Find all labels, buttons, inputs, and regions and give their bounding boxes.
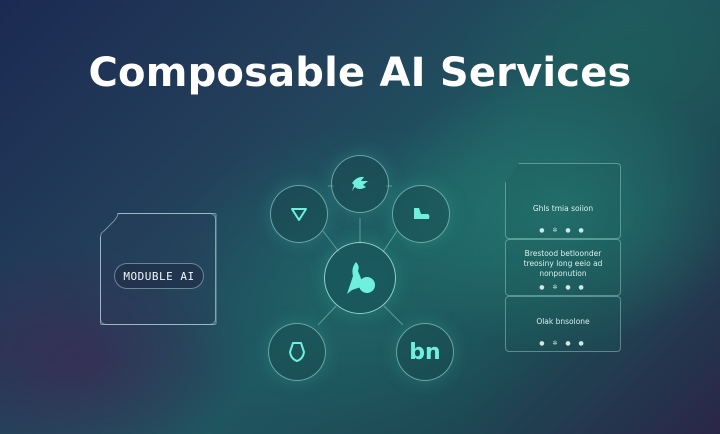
letters-bn-icon: bn (409, 339, 441, 365)
node-bottom-left[interactable] (268, 323, 326, 381)
figure-shapes-icon (347, 262, 375, 294)
node-center[interactable] (324, 242, 396, 314)
boot-icon (414, 208, 430, 219)
funnel-icon (291, 208, 307, 221)
service-panel-1-dots: ● ✲ ● ● (539, 227, 587, 234)
service-panel-3-dots: ● ✲ ● ● (539, 340, 587, 347)
service-panel-3[interactable]: Olak bnsolone ● ✲ ● ● (505, 296, 621, 352)
service-panel-2[interactable]: Brestood betloonder treosiny long eeio a… (505, 239, 621, 296)
service-panel-3-text: Olak bnsolone (536, 317, 590, 326)
service-panel-1-text: Ghls tmia soiion (532, 204, 594, 213)
node-bottom-right[interactable]: bn (396, 323, 454, 381)
leaf-arrow-icon (352, 176, 368, 191)
service-panel-1[interactable]: Ghls tmia soiion ● ✲ ● ● (505, 163, 621, 239)
node-top-right[interactable] (392, 185, 450, 243)
module-ai-label[interactable]: MODUBLE AI (114, 263, 204, 289)
node-top-left[interactable] (270, 185, 328, 243)
service-panel-2-dots: ● ✲ ● ● (539, 284, 587, 291)
shield-icon (289, 342, 305, 362)
service-panel-2-text: Brestood betloonder treosiny long eeio a… (523, 249, 603, 278)
node-top[interactable] (331, 155, 389, 213)
